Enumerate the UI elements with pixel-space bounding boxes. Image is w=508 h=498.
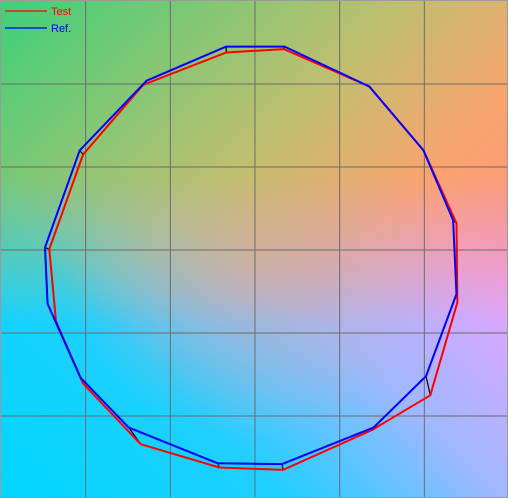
chart-plot-area: Test Ref. xyxy=(0,0,508,498)
series-line-ref xyxy=(44,45,458,466)
point-connector xyxy=(425,376,431,396)
series-layer xyxy=(44,45,459,471)
grid-lines xyxy=(1,1,507,497)
legend-test-label: Test xyxy=(51,6,71,18)
chart-canvas: Test Ref. xyxy=(1,1,507,497)
legend-ref-label: Ref. xyxy=(51,23,71,35)
legend: Test Ref. xyxy=(5,6,71,35)
